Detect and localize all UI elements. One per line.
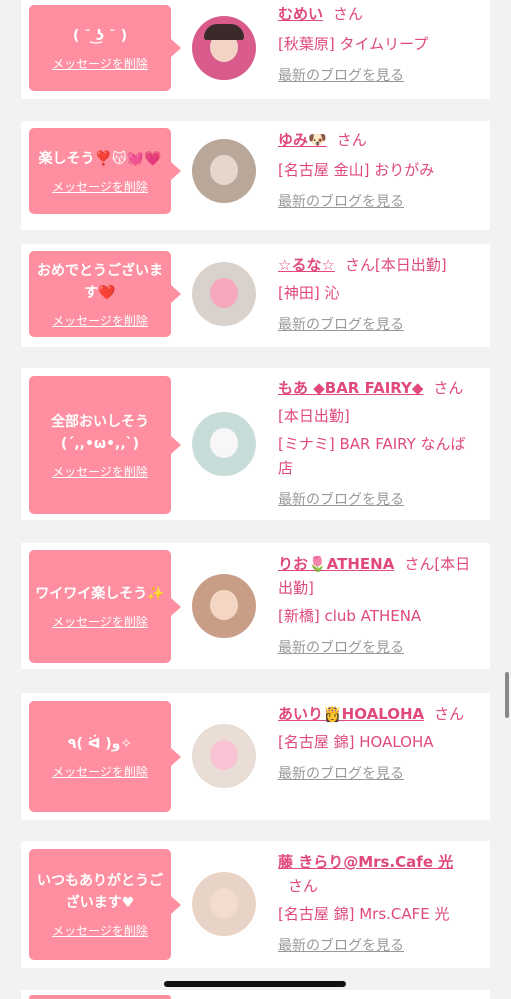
latest-blog-link[interactable]: 最新のブログを見る: [278, 488, 478, 512]
status-badge: [本日出勤]: [278, 407, 350, 425]
list-item: おめでとうございます❤️ メッセージを削除 ☆るな☆ さん[本日出勤] [神田] …: [21, 244, 490, 347]
home-indicator[interactable]: [164, 981, 346, 987]
avatar-face: [210, 155, 238, 185]
message-bubble: 楽しそう❣️😽💓💗 メッセージを削除: [29, 128, 181, 214]
list-item: 楽しそう❣️😽💓💗 メッセージを削除 ゆみ🐶 さん [名古屋 金山] おりがみ 最…: [21, 121, 490, 230]
delete-message-link[interactable]: メッセージを削除: [52, 922, 148, 939]
avatar[interactable]: [192, 262, 256, 326]
latest-blog-link[interactable]: 最新のブログを見る: [278, 934, 478, 958]
delete-message-link[interactable]: メッセージを削除: [52, 463, 148, 480]
honorific: さん: [288, 877, 319, 895]
list-item: 全部おいしそう(´,,•ω•,,`) メッセージを削除 もあ ◆BAR FAIR…: [21, 368, 490, 520]
list-item: ワイワイ楽しそう✨ メッセージを削除 りお🌷ATHENA さん[本日出勤] [新橋…: [21, 543, 490, 669]
cast-info: 藤 きらり@Mrs.Cafe 光さん [名古屋 錦] Mrs.CAFE 光 最新…: [278, 850, 478, 958]
message-text: ٩( ᐛ )و✧: [67, 736, 133, 752]
avatar[interactable]: [192, 16, 256, 80]
shop-label: [秋葉原] タイムリープ: [278, 35, 429, 53]
avatar[interactable]: [192, 412, 256, 476]
delete-message-link[interactable]: メッセージを削除: [52, 55, 148, 72]
cast-name-link[interactable]: もあ ◆BAR FAIRY◆: [278, 379, 423, 397]
next-message-bubble-peek: [29, 995, 171, 999]
avatar[interactable]: [192, 139, 256, 203]
delete-message-link[interactable]: メッセージを削除: [52, 178, 148, 195]
cast-name-link[interactable]: ゆみ🐶: [278, 131, 327, 149]
message-bubble: ٩( ᐛ )و✧ メッセージを削除: [29, 701, 181, 812]
avatar-face: [210, 888, 238, 918]
message-bubble: 全部おいしそう(´,,•ω•,,`) メッセージを削除: [29, 376, 181, 514]
message-bubble: いつもありがとうございます♥ メッセージを削除: [29, 849, 181, 960]
latest-blog-link[interactable]: 最新のブログを見る: [278, 190, 478, 214]
cast-info: むめい さん [秋葉原] タイムリープ 最新のブログを見る: [278, 2, 478, 88]
cast-name-link[interactable]: 藤 きらり@Mrs.Cafe 光: [278, 853, 453, 871]
message-bubble: おめでとうございます❤️ メッセージを削除: [29, 251, 181, 337]
avatar[interactable]: [192, 872, 256, 936]
message-text: ワイワイ楽しそう✨: [35, 586, 165, 602]
avatar-face: [210, 428, 238, 458]
shop-label: [名古屋 金山] おりがみ: [278, 161, 435, 179]
honorific: さん: [434, 705, 465, 723]
cast-name-link[interactable]: ☆るな☆: [278, 256, 335, 274]
list-item: ( ˘ ͜ʖ ˘ ) メッセージを削除 むめい さん [秋葉原] タイムリープ 最…: [21, 0, 490, 99]
delete-message-link[interactable]: メッセージを削除: [52, 613, 148, 630]
honorific: さん: [344, 256, 375, 274]
honorific: さん: [433, 379, 464, 397]
cast-name-link[interactable]: りお🌷ATHENA: [278, 555, 394, 573]
shop-label: [ミナミ] BAR FAIRY なんば店: [278, 435, 466, 477]
scrollbar-thumb[interactable]: [505, 672, 509, 718]
avatar[interactable]: [192, 724, 256, 788]
avatar[interactable]: [192, 574, 256, 638]
latest-blog-link[interactable]: 最新のブログを見る: [278, 762, 478, 786]
latest-blog-link[interactable]: 最新のブログを見る: [278, 64, 478, 88]
shop-label: [神田] 沁: [278, 284, 340, 302]
delete-message-link[interactable]: メッセージを削除: [52, 763, 148, 780]
message-text: 楽しそう❣️😽💓💗: [38, 150, 162, 167]
message-text: ( ˘ ͜ʖ ˘ ): [72, 27, 128, 44]
latest-blog-link[interactable]: 最新のブログを見る: [278, 636, 478, 660]
cast-info: あいり👸HOALOHA さん [名古屋 錦] HOALOHA 最新のブログを見る: [278, 702, 478, 786]
avatar-hair: [204, 24, 244, 40]
list-item: いつもありがとうございます♥ メッセージを削除 藤 きらり@Mrs.Cafe 光…: [21, 841, 490, 968]
message-text: 全部おいしそう(´,,•ω•,,`): [51, 413, 149, 452]
list-item: ٩( ᐛ )و✧ メッセージを削除 あいり👸HOALOHA さん [名古屋 錦] …: [21, 693, 490, 820]
honorific: さん: [333, 5, 364, 23]
cast-name-link[interactable]: むめい: [278, 5, 323, 23]
cast-info: りお🌷ATHENA さん[本日出勤] [新橋] club ATHENA 最新のブロ…: [278, 552, 478, 660]
shop-label: [名古屋 錦] Mrs.CAFE 光: [278, 905, 450, 923]
message-text: おめでとうございます❤️: [37, 262, 163, 301]
shop-label: [名古屋 錦] HOALOHA: [278, 733, 434, 751]
cast-info: ☆るな☆ さん[本日出勤] [神田] 沁 最新のブログを見る: [278, 253, 478, 337]
avatar-face: [210, 590, 238, 620]
honorific: さん: [336, 131, 367, 149]
message-text: いつもありがとうございます♥: [37, 873, 163, 911]
honorific: さん: [404, 555, 435, 573]
delete-message-link[interactable]: メッセージを削除: [52, 312, 148, 329]
cast-info: ゆみ🐶 さん [名古屋 金山] おりがみ 最新のブログを見る: [278, 128, 478, 214]
message-bubble: ワイワイ楽しそう✨ メッセージを削除: [29, 550, 181, 663]
latest-blog-link[interactable]: 最新のブログを見る: [278, 313, 478, 337]
cast-info: もあ ◆BAR FAIRY◆ さん [本日出勤] [ミナミ] BAR FAIRY …: [278, 376, 478, 512]
avatar-face: [210, 740, 238, 770]
message-bubble: ( ˘ ͜ʖ ˘ ) メッセージを削除: [29, 5, 181, 91]
avatar-face: [210, 278, 238, 308]
shop-label: [新橋] club ATHENA: [278, 607, 422, 625]
cast-name-link[interactable]: あいり👸HOALOHA: [278, 705, 424, 723]
status-badge: [本日出勤]: [374, 256, 447, 274]
